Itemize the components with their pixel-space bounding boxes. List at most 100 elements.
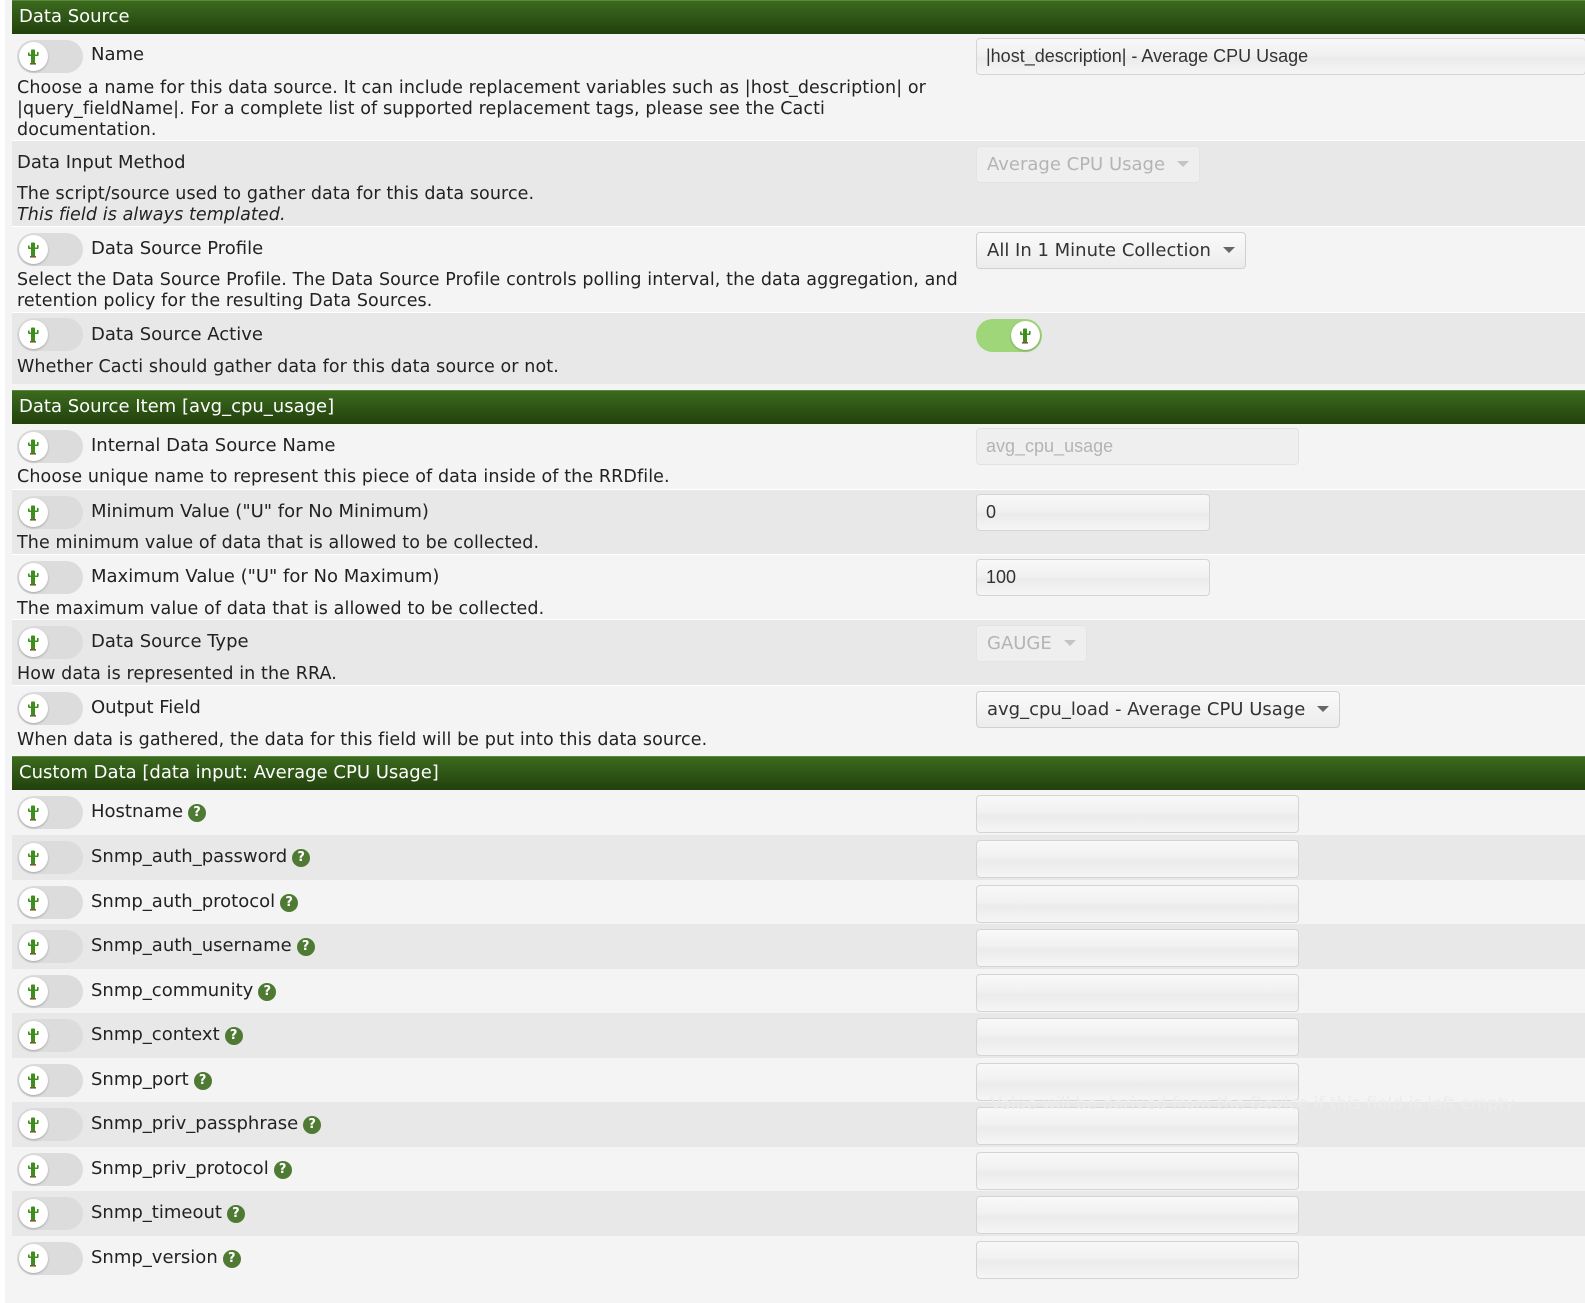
field-description: Select the Data Source Profile. The Data…: [17, 270, 958, 311]
override-toggle-type[interactable]: [17, 626, 83, 659]
cactus-icon: [19, 498, 48, 527]
snmp_timeout-input[interactable]: [976, 1196, 1299, 1234]
custom-field-row: Snmp_context?: [12, 1013, 1585, 1058]
field-label: Output Field: [91, 697, 201, 718]
row-input-method: Data Input Method Average CPU Usage The …: [12, 141, 1585, 227]
override-toggle-snmp_auth_username[interactable]: [17, 930, 83, 963]
field-label: Data Source Active: [91, 324, 263, 345]
question-circle-icon[interactable]: ?: [224, 1027, 243, 1045]
cactus-icon: [19, 976, 48, 1006]
override-toggle-max[interactable]: [17, 561, 83, 594]
snmp_version-input[interactable]: [976, 1240, 1299, 1279]
override-toggle-snmp_version[interactable]: [17, 1241, 83, 1275]
override-toggle-min[interactable]: [17, 496, 83, 529]
snmp_priv_protocol-input[interactable]: [976, 1151, 1299, 1190]
override-toggle-snmp_priv_protocol[interactable]: [17, 1152, 83, 1186]
cactus-icon: [19, 932, 48, 961]
override-toggle-snmp_port[interactable]: [17, 1063, 83, 1097]
custom-data-list: Hostname? Snmp_auth_password? Snmp_auth_pr…: [12, 790, 1585, 1280]
data-source-form: Data Source Name |host_description| - Av…: [12, 0, 1585, 1280]
max-value-input[interactable]: 100: [976, 559, 1210, 596]
question-circle-icon[interactable]: ?: [258, 982, 277, 1001]
field-description: Whether Cacti should gather data for thi…: [17, 357, 559, 377]
name-input[interactable]: |host_description| - Average CPU Usage: [976, 38, 1585, 75]
field-description: The script/source used to gather data fo…: [17, 184, 535, 225]
row-max: Maximum Value ("U" for No Maximum) 100 T…: [12, 555, 1585, 620]
override-toggle-name[interactable]: [17, 40, 83, 73]
custom-field-row: Snmp_community?: [12, 968, 1585, 1013]
field-label: Snmp_context?: [91, 1024, 243, 1045]
question-circle-icon[interactable]: ?: [222, 1249, 241, 1268]
override-toggle-active[interactable]: [17, 318, 83, 351]
cactus-icon: [19, 432, 48, 461]
override-toggle-snmp_timeout[interactable]: [17, 1197, 83, 1230]
custom-field-row: Snmp_auth_protocol?: [12, 879, 1585, 924]
left-edge: [0, 0, 5, 1303]
chevron-down-icon: [1317, 706, 1330, 712]
override-toggle-snmp_auth_password[interactable]: [17, 841, 83, 874]
override-toggle-snmp_auth_protocol[interactable]: [17, 885, 83, 919]
cactus-icon: [19, 235, 48, 264]
question-circle-icon[interactable]: ?: [292, 849, 311, 867]
hostname-input[interactable]: [976, 795, 1299, 833]
section-header-custom-data: Custom Data [data input: Average CPU Usa…: [12, 756, 1585, 790]
field-label: Hostname?: [91, 801, 207, 822]
cactus-icon: [19, 1199, 48, 1228]
question-circle-icon[interactable]: ?: [280, 893, 299, 912]
override-toggle-snmp_context[interactable]: [17, 1019, 83, 1052]
field-label: Name: [91, 44, 145, 65]
snmp_auth_username-input[interactable]: [976, 929, 1299, 967]
chevron-down-icon: [1222, 247, 1235, 253]
field-label: Snmp_community?: [91, 980, 277, 1001]
question-circle-icon[interactable]: ?: [193, 1071, 212, 1090]
override-toggle-snmp_priv_passphrase[interactable]: [17, 1108, 83, 1141]
field-label: Snmp_priv_passphrase?: [91, 1113, 322, 1134]
snmp_context-input[interactable]: [976, 1018, 1299, 1056]
cactus-icon: [19, 887, 48, 917]
custom-field-row: Snmp_priv_protocol?: [12, 1146, 1585, 1191]
question-circle-icon[interactable]: ?: [226, 1205, 245, 1223]
field-label: Snmp_port?: [91, 1069, 212, 1090]
question-circle-icon[interactable]: ?: [303, 1116, 322, 1134]
question-circle-icon[interactable]: ?: [188, 804, 207, 822]
field-description: When data is gathered, the data for this…: [17, 730, 708, 750]
field-label: Maximum Value ("U" for No Maximum): [91, 566, 440, 587]
custom-field-row: Snmp_version?: [12, 1235, 1585, 1280]
cactus-icon: [19, 1243, 48, 1273]
override-toggle-profile[interactable]: [17, 233, 83, 266]
snmp_community-input[interactable]: [976, 973, 1299, 1012]
chevron-down-icon: [1063, 640, 1076, 646]
override-toggle-internal-name[interactable]: [17, 430, 83, 463]
question-circle-icon[interactable]: ?: [273, 1160, 292, 1179]
question-circle-icon[interactable]: ?: [296, 938, 315, 956]
field-label: Data Input Method: [17, 152, 186, 173]
field-label: Snmp_version?: [91, 1247, 241, 1268]
field-label: Internal Data Source Name: [91, 435, 336, 456]
section-header-data-source-item: Data Source Item [avg_cpu_usage]: [12, 390, 1585, 424]
override-toggle-hostname[interactable]: [17, 796, 83, 829]
field-description: The minimum value of data that is allowe…: [17, 533, 540, 553]
row-internal-name: Internal Data Source Name avg_cpu_usage …: [12, 424, 1585, 490]
cactus-icon: [19, 1021, 48, 1050]
override-toggle-output[interactable]: [17, 692, 83, 725]
field-description: How data is represented in the RRA.: [17, 664, 337, 684]
field-label: Snmp_auth_password?: [91, 846, 311, 867]
ghost-hint: Value will be derived from the Device if…: [990, 1094, 1518, 1114]
override-toggle-snmp_community[interactable]: [17, 974, 83, 1008]
row-output: Output Field avg_cpu_load - Average CPU …: [12, 686, 1585, 756]
output-field-select[interactable]: avg_cpu_load - Average CPU Usage: [976, 691, 1341, 728]
snmp_auth_password-input[interactable]: [976, 840, 1299, 878]
field-label: Minimum Value ("U" for No Minimum): [91, 501, 429, 522]
field-label: Snmp_priv_protocol?: [91, 1158, 292, 1179]
cactus-icon: [19, 320, 48, 349]
section-header-data-source: Data Source: [12, 0, 1585, 34]
cactus-icon: [19, 694, 48, 723]
internal-name-input: avg_cpu_usage: [976, 428, 1299, 465]
snmp_auth_protocol-input[interactable]: [976, 884, 1299, 923]
field-description: Choose unique name to represent this pie…: [17, 467, 670, 487]
row-active: Data Source Active Whether Cacti should …: [12, 313, 1585, 384]
field-description: The maximum value of data that is allowe…: [17, 599, 545, 619]
profile-select[interactable]: All In 1 Minute Collection: [976, 232, 1246, 269]
active-switch[interactable]: [976, 319, 1042, 352]
min-value-input[interactable]: 0: [976, 494, 1210, 531]
